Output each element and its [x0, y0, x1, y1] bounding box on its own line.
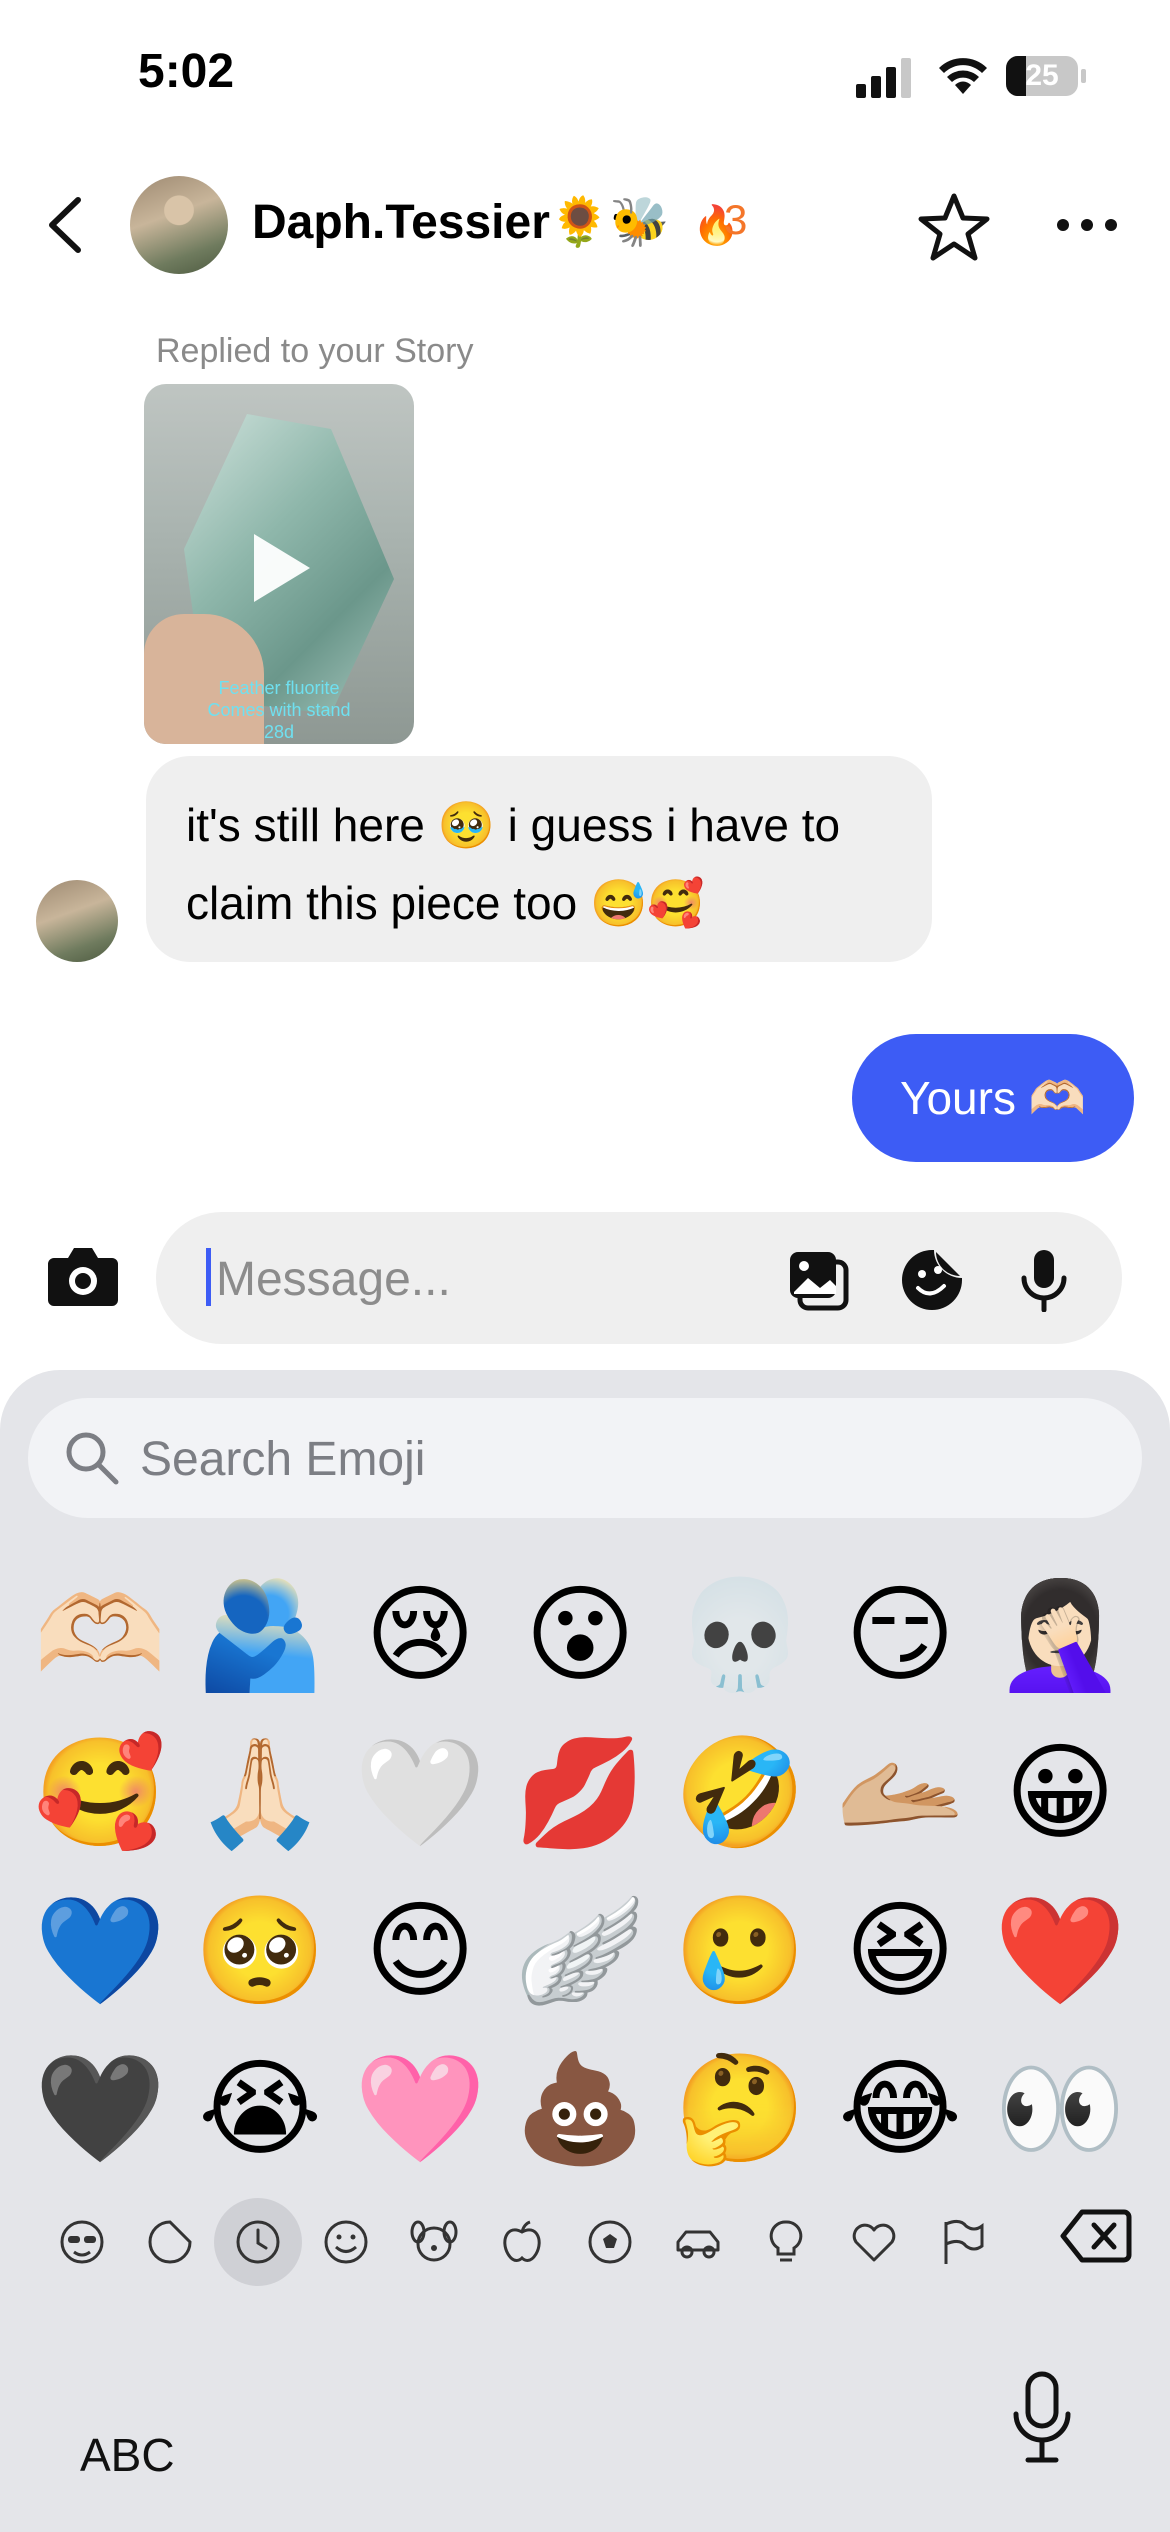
emoji-key[interactable]: 🫶🏻 [25, 1560, 175, 1710]
emoji-key[interactable]: 🥺 [185, 1876, 335, 2026]
battery-icon: 25 [1006, 56, 1086, 96]
message-composer[interactable] [156, 1212, 1122, 1344]
more-options-icon[interactable] [1054, 210, 1120, 240]
emoji-category-bar [0, 2188, 1170, 2288]
sticker-icon [148, 2220, 192, 2264]
emoji-search-field[interactable] [28, 1398, 1142, 1518]
emoji-key[interactable]: 😏 [825, 1560, 975, 1710]
category-flag[interactable] [918, 2198, 1006, 2286]
story-reply-label: Replied to your Story [156, 332, 474, 370]
message-bubble-outgoing[interactable]: Yours 🫶🏻 [852, 1034, 1134, 1162]
category-soccer-ball[interactable] [566, 2198, 654, 2286]
recent-clock-icon [236, 2220, 280, 2264]
category-heart[interactable] [830, 2198, 918, 2286]
animal-icon [410, 2220, 458, 2262]
emoji-key[interactable]: 🥲 [665, 1876, 815, 2026]
emoji-key[interactable]: 🙏🏻 [185, 1718, 335, 1868]
emoji-key[interactable]: 🤦🏻‍♀️ [985, 1560, 1135, 1710]
emoji-key[interactable]: 💀 [665, 1560, 815, 1710]
car-icon [676, 2230, 720, 2259]
emoji-key[interactable]: 🫂 [185, 1560, 335, 1710]
story-caption-line1: Feather fluorite [218, 678, 340, 698]
emoji-key[interactable]: 💙 [25, 1876, 175, 2026]
story-caption-line2: Comes with stand [207, 700, 351, 720]
story-age: 28d [263, 722, 295, 742]
contact-avatar[interactable] [130, 176, 228, 274]
category-sticker[interactable] [126, 2198, 214, 2286]
story-thumbnail[interactable]: Feather fluorite Comes with stand 28d [144, 384, 414, 744]
contact-name-text: Daph.Tessier🌻🐝 [252, 196, 670, 249]
emoji-key[interactable]: 😆 [825, 1876, 975, 2026]
star-icon[interactable] [916, 190, 992, 266]
category-lightbulb[interactable] [742, 2198, 830, 2286]
emoji-key[interactable]: 🤍 [345, 1718, 495, 1868]
wifi-icon [939, 58, 987, 94]
soccer-ball-icon [588, 2220, 632, 2264]
cellular-signal-icon [856, 58, 911, 98]
category-smiley[interactable] [302, 2198, 390, 2286]
emoji-key[interactable]: 🤣 [665, 1718, 815, 1868]
emoji-keyboard: 🫶🏻🫂😢😮💀😏🤦🏻‍♀️ 🥰🙏🏻🤍💋🤣🫴🏼😀 💙🥺😊🪽🥲😆❤️ 🖤😭🩷💩🤔😂👀 ABC [0, 1370, 1170, 2532]
category-car[interactable] [654, 2198, 742, 2286]
food-apple-icon [503, 2220, 541, 2262]
flag-icon [944, 2219, 984, 2264]
emoji-key[interactable]: 🪽 [505, 1876, 655, 2026]
emoji-search-input[interactable] [138, 1416, 1042, 1502]
emoji-key[interactable]: 💩 [505, 2034, 655, 2184]
emoji-key[interactable]: ❤️ [985, 1876, 1135, 2026]
message-bubble-incoming[interactable]: it's still here 🥹 i guess i have to clai… [146, 756, 932, 962]
play-icon [254, 534, 310, 602]
search-icon [66, 1432, 119, 1485]
lightbulb-icon [769, 2220, 803, 2262]
heart-icon [852, 2223, 896, 2262]
emoji-key[interactable]: 💋 [505, 1718, 655, 1868]
emoji-key[interactable]: 🤔 [665, 2034, 815, 2184]
delete-backspace-icon[interactable] [1060, 2208, 1132, 2264]
emoji-key[interactable]: 😂 [825, 2034, 975, 2184]
emoji-key[interactable]: 🫴🏼 [825, 1718, 975, 1868]
battery-level: 25 [1025, 59, 1059, 92]
sender-avatar[interactable] [36, 880, 118, 962]
emoji-key[interactable]: 🥰 [25, 1718, 175, 1868]
status-time: 5:02 [138, 45, 235, 98]
emoji-key[interactable]: 🖤 [25, 2034, 175, 2184]
streak-count: 3 [724, 196, 748, 243]
message-text: Yours 🫶🏻 [900, 1072, 1086, 1124]
category-food-apple[interactable] [478, 2198, 566, 2286]
gallery-icon[interactable] [786, 1248, 850, 1312]
abc-key[interactable]: ABC [80, 2428, 175, 2482]
message-text: it's still here 🥹 i guess i have to clai… [186, 799, 841, 929]
emoji-key[interactable]: 🩷 [345, 2034, 495, 2184]
category-memoji[interactable] [38, 2198, 126, 2286]
camera-icon[interactable] [46, 1242, 120, 1308]
memoji-icon [60, 2220, 104, 2264]
category-recent-clock[interactable] [214, 2198, 302, 2286]
emoji-key[interactable]: 😭 [185, 2034, 335, 2184]
smiley-icon [324, 2220, 368, 2264]
dictation-microphone-icon[interactable] [1010, 2370, 1074, 2466]
sticker-icon[interactable] [900, 1248, 964, 1312]
emoji-key[interactable]: 😀 [985, 1718, 1135, 1868]
back-button[interactable] [40, 190, 94, 260]
emoji-key[interactable]: 😊 [345, 1876, 495, 2026]
category-animal[interactable] [390, 2198, 478, 2286]
message-input[interactable] [214, 1238, 818, 1320]
contact-name[interactable]: Daph.Tessier🌻🐝 🔥 [252, 193, 740, 250]
emoji-key[interactable]: 😮 [505, 1560, 655, 1710]
emoji-key[interactable]: 😢 [345, 1560, 495, 1710]
microphone-icon[interactable] [1012, 1248, 1076, 1312]
emoji-key[interactable]: 👀 [985, 2034, 1135, 2184]
